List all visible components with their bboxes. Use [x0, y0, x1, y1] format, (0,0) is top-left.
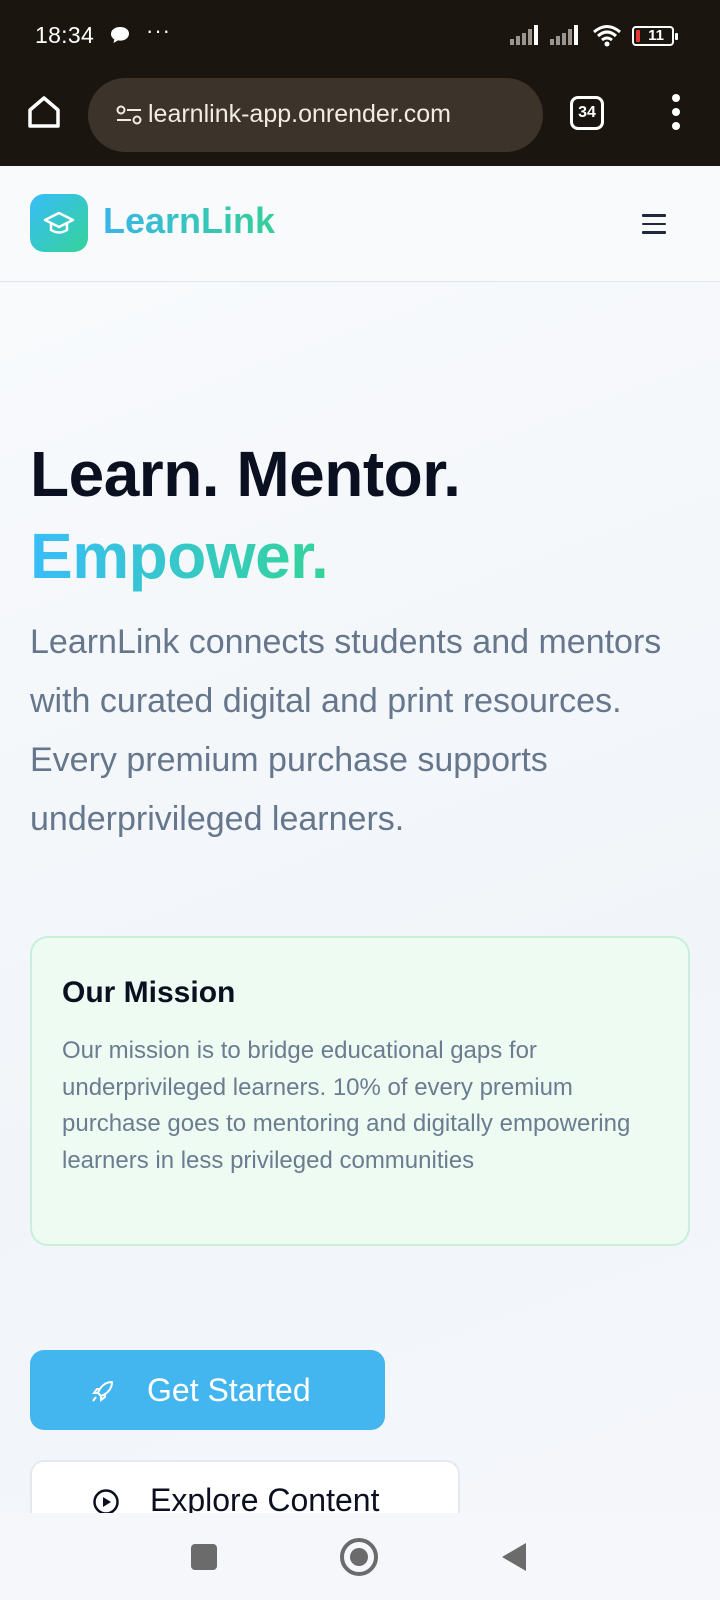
- battery-level: 11: [648, 27, 664, 44]
- recent-apps-icon[interactable]: [191, 1544, 217, 1570]
- more-notifications-icon: ···: [146, 18, 171, 43]
- status-bar: 18:34 ··· 11: [0, 0, 720, 70]
- mission-card: Our Mission Our mission is to bridge edu…: [30, 936, 690, 1246]
- hero-section: Learn. Mentor. Empower. LearnLink connec…: [0, 283, 720, 1540]
- mission-title: Our Mission: [62, 976, 236, 1009]
- battery-icon: 11: [632, 26, 678, 46]
- get-started-button[interactable]: Get Started: [30, 1350, 385, 1430]
- browser-menu-icon[interactable]: [666, 94, 686, 134]
- mission-text: Our mission is to bridge educational gap…: [62, 1037, 631, 1174]
- get-started-label: Get Started: [147, 1372, 311, 1408]
- site-settings-icon[interactable]: [116, 104, 142, 131]
- address-bar[interactable]: learnlink-app.onrender.com: [88, 78, 543, 152]
- system-navigation-bar: [0, 1513, 720, 1600]
- browser-toolbar: learnlink-app.onrender.com 34: [0, 70, 720, 166]
- status-time: 18:34: [35, 22, 95, 48]
- wifi-icon: [592, 24, 622, 53]
- app-header: LearnLink: [0, 166, 720, 282]
- home-icon[interactable]: [24, 92, 64, 132]
- chat-bubble-icon: [110, 25, 130, 50]
- hero-accent-text: Empower.: [30, 515, 329, 597]
- play-circle-icon: [93, 1489, 119, 1515]
- url-text: learnlink-app.onrender.com: [148, 100, 451, 128]
- hamburger-icon[interactable]: [642, 214, 666, 234]
- hero-description: LearnLink connects students and mentors …: [30, 623, 662, 838]
- back-triangle-icon[interactable]: [502, 1543, 526, 1571]
- tab-switcher-button[interactable]: 34: [570, 96, 604, 130]
- signal-icon: [550, 25, 582, 50]
- hero-title: Learn. Mentor.: [30, 438, 461, 510]
- graduation-cap-icon[interactable]: [30, 194, 88, 252]
- rocket-icon: [92, 1381, 113, 1402]
- home-circle-icon[interactable]: [340, 1538, 378, 1576]
- brand-name[interactable]: LearnLink: [103, 200, 275, 242]
- browser-chrome: 18:34 ··· 11 learnlink-app.onrender.com: [0, 0, 720, 166]
- signal-icon: [510, 25, 542, 50]
